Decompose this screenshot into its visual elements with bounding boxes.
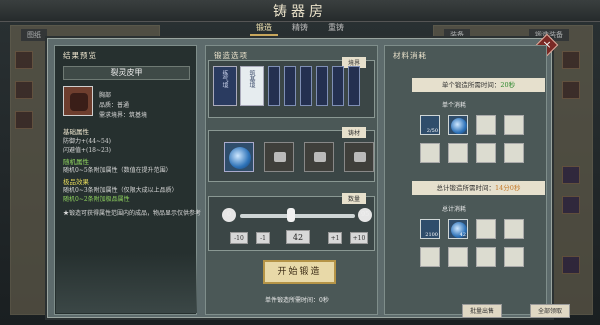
bg-slot xyxy=(15,51,33,69)
lock-icon xyxy=(314,152,326,162)
material-slot-empty xyxy=(504,219,524,239)
preview-note: ★锻造可获得属性范围内的成品，物品显示仅供参考 xyxy=(63,210,202,217)
material-slot-empty xyxy=(448,143,468,163)
bulk-sell-button[interactable]: 批量出售 xyxy=(462,304,502,318)
base-attr-heading: 基础属性 xyxy=(63,128,89,136)
tab-bar: 锻造 精铸 重铸 xyxy=(220,20,380,36)
claim-all-button[interactable]: 全部领取 xyxy=(530,304,570,318)
single-time-label: 单个锻造所需时间： xyxy=(441,81,501,89)
material-tag: 铸材 xyxy=(341,127,366,138)
total-time-value: 14分0秒 xyxy=(495,184,521,192)
tab-refine[interactable]: 精铸 xyxy=(286,20,314,36)
quantity-tag: 数量 xyxy=(341,193,366,204)
material-slot-empty xyxy=(504,143,524,163)
material-slot-empty xyxy=(476,247,496,267)
realm-book[interactable] xyxy=(300,66,312,106)
material-slot-selected[interactable] xyxy=(224,142,254,172)
minus-one-button[interactable]: -1 xyxy=(256,232,270,244)
tab-recast[interactable]: 重铸 xyxy=(322,20,350,36)
material-slot-empty xyxy=(504,247,524,267)
material-slot-empty xyxy=(448,247,468,267)
realm-book-prev[interactable]: 练气境 xyxy=(213,66,237,106)
total-cost-title: 总计消耗 xyxy=(442,206,467,213)
plus-one-button[interactable]: +1 xyxy=(328,232,342,244)
mountain-decoration xyxy=(56,253,197,313)
single-cost-title: 单个消耗 xyxy=(442,102,467,109)
bg-slot xyxy=(15,81,33,99)
single-time-box: 单个锻造所需时间：20秒 xyxy=(412,78,545,92)
material-slot-leather[interactable]: 2100 xyxy=(420,219,440,239)
material-slot-empty xyxy=(420,247,440,267)
realm-book[interactable] xyxy=(268,66,280,106)
realm-selected-label: 筑基境 xyxy=(248,70,255,88)
realm-book[interactable] xyxy=(316,66,328,106)
random-attr-line: 随机0~5条附加属性（数值在提升范围） xyxy=(63,167,172,174)
slot-count: 2/50 xyxy=(426,128,438,134)
material-slot-orb[interactable]: 42 xyxy=(448,219,468,239)
material-slot-empty xyxy=(476,143,496,163)
armor-icon[interactable] xyxy=(63,86,93,116)
single-time-value: 20秒 xyxy=(500,81,516,89)
quantity-input[interactable]: 42 xyxy=(286,230,310,244)
slot-count: 42 xyxy=(459,232,466,238)
material-slot-orb[interactable] xyxy=(448,115,468,135)
material-slot-locked[interactable] xyxy=(304,142,334,172)
minus-ten-button[interactable]: -10 xyxy=(230,232,248,244)
material-slot-leather[interactable]: 2/50 xyxy=(420,115,440,135)
single-forge-time: 单件锻造所需时间：0秒 xyxy=(265,297,329,304)
item-quality: 品质：普通 xyxy=(99,102,130,109)
realm-book[interactable] xyxy=(284,66,296,106)
page-title: 铸器房 xyxy=(273,4,327,20)
bg-slot xyxy=(562,196,580,214)
realm-prev-label: 练气境 xyxy=(221,70,228,88)
bg-slot xyxy=(15,111,33,129)
orb-icon xyxy=(229,147,251,169)
realm-book[interactable] xyxy=(348,66,360,106)
blueprint-tab[interactable]: 图纸 xyxy=(21,29,47,41)
materials-title: 材料消耗 xyxy=(393,51,427,60)
extra-attr-line: 随机0~2条附加极品属性 xyxy=(63,196,130,203)
preview-title: 结果预览 xyxy=(63,51,97,60)
bg-slot xyxy=(562,256,580,274)
bg-slot xyxy=(562,81,580,99)
quantity-max: 95 xyxy=(361,210,370,218)
material-slot-empty xyxy=(504,115,524,135)
slot-count: 2100 xyxy=(425,232,438,238)
result-preview-panel: 结果预览 裂灵皮甲 胸部 品质：普通 需求境界：筑基境 基础属性 防御力+(44… xyxy=(54,45,201,315)
total-time-label: 总计锻造所需时间： xyxy=(436,184,496,192)
material-slot-locked[interactable] xyxy=(344,142,374,172)
quantity-min: 0 xyxy=(227,210,232,218)
bg-slot xyxy=(562,166,580,184)
total-time-box: 总计锻造所需时间：14分0秒 xyxy=(412,181,545,195)
title-bar: 铸器房 xyxy=(0,0,600,22)
orb-icon xyxy=(451,118,467,134)
item-requirement: 需求境界：筑基境 xyxy=(99,112,148,119)
quantity-slider[interactable] xyxy=(240,214,355,218)
plus-ten-button[interactable]: +10 xyxy=(350,232,368,244)
material-slot-empty xyxy=(476,115,496,135)
start-forge-button[interactable]: 开始锻造 xyxy=(263,260,336,284)
item-type: 胸部 xyxy=(99,92,112,99)
material-slot-empty xyxy=(476,219,496,239)
material-slot-locked[interactable] xyxy=(264,142,294,172)
lock-icon xyxy=(354,152,366,162)
extra-attr-line: 随机0~3条附加属性（仅限大成以上品质） xyxy=(63,187,178,194)
tab-forge[interactable]: 锻造 xyxy=(250,20,278,36)
base-attr-line: 闪避值+(18~23) xyxy=(63,147,112,154)
realm-book[interactable] xyxy=(332,66,344,106)
material-slot-empty xyxy=(420,143,440,163)
bg-slot xyxy=(562,51,580,69)
lock-icon xyxy=(274,152,286,162)
realm-book-selected[interactable]: 筑基境 xyxy=(240,66,264,106)
base-attr-line: 防御力+(44~54) xyxy=(63,138,112,145)
item-name: 裂灵皮甲 xyxy=(63,66,190,80)
quantity-slider-handle[interactable] xyxy=(286,208,295,222)
